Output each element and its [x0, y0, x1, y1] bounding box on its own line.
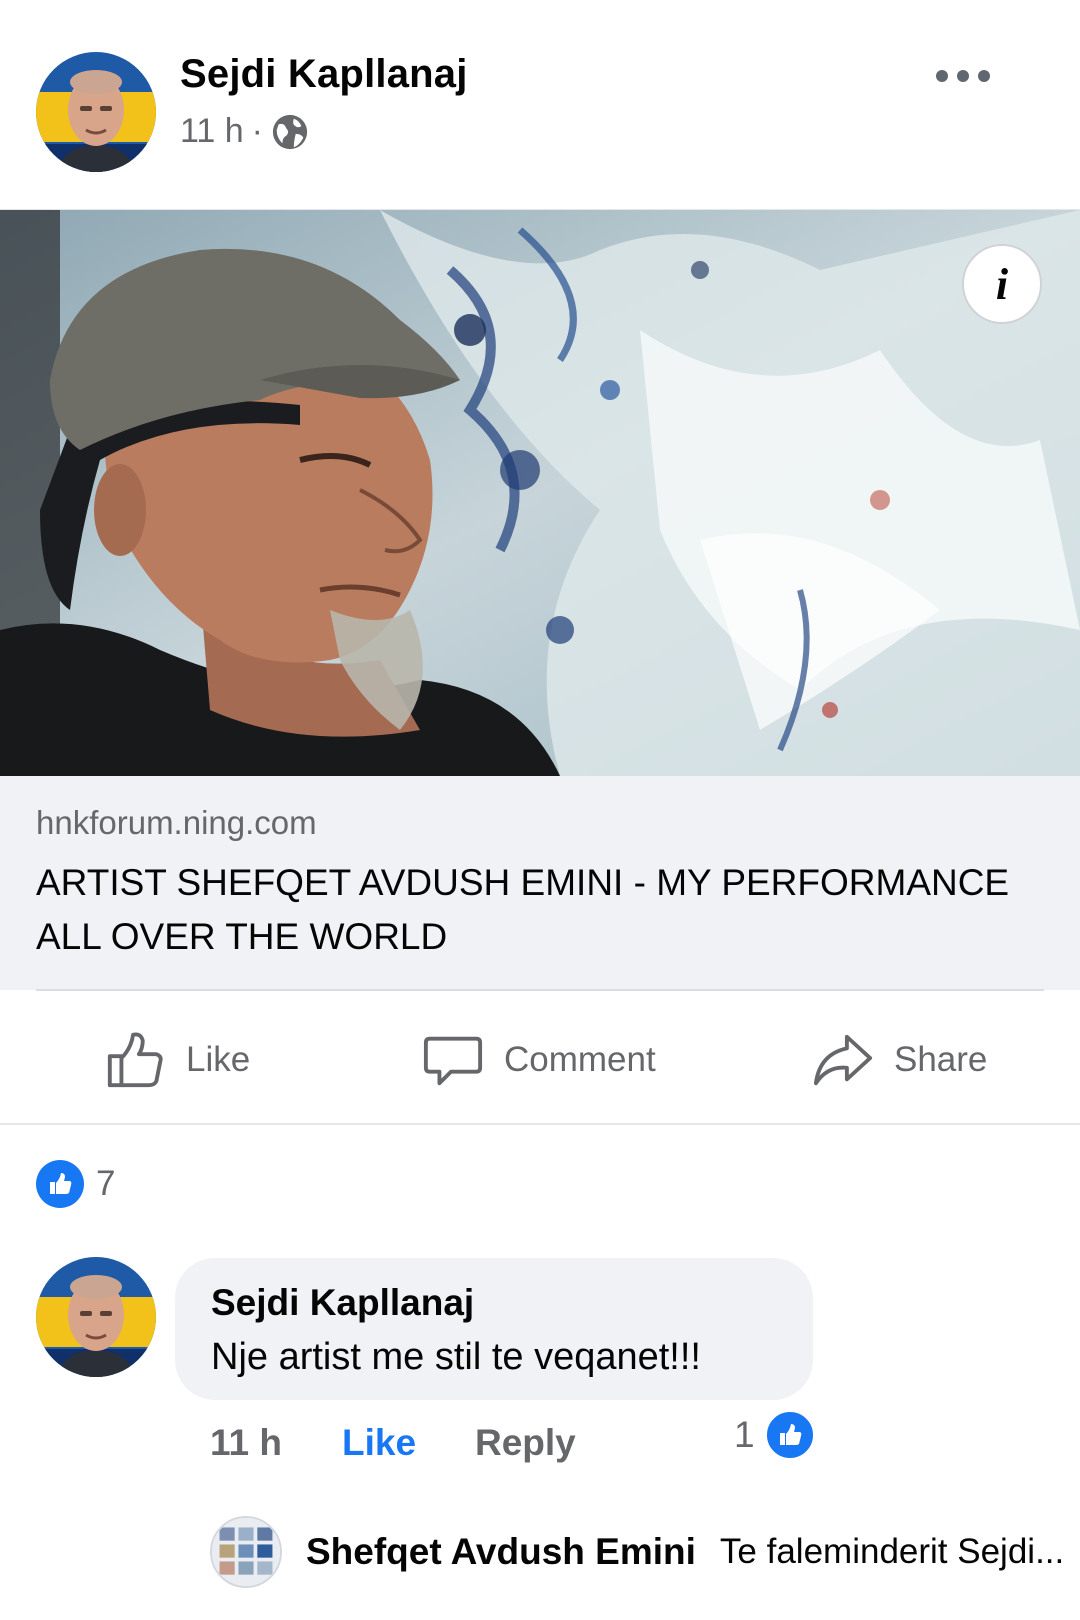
like-label: Like	[186, 1040, 251, 1079]
comment-button[interactable]: Comment	[422, 1010, 656, 1110]
meta-separator: ·	[251, 112, 263, 150]
post-meta: 11 h ·	[180, 112, 309, 151]
reply-avatar-image	[212, 1518, 280, 1586]
post-action-bar: Like Comment Share	[0, 1010, 1080, 1110]
comment-reaction-summary[interactable]: 1	[734, 1410, 815, 1460]
reply-author[interactable]: Shefqet Avdush Emini	[306, 1531, 696, 1573]
thumbs-up-icon	[107, 1032, 163, 1088]
comment-label: Comment	[504, 1040, 656, 1079]
more-horizontal-icon	[936, 70, 948, 82]
post-header: Sejdi Kapllanaj 11 h ·	[0, 0, 1080, 210]
info-button[interactable]: i	[962, 244, 1042, 324]
link-title: ARTIST SHEFQET AVDUSH EMINI - MY PERFORM…	[36, 862, 1010, 957]
link-preview-card[interactable]: hnkforum.ning.com ARTIST SHEFQET AVDUSH …	[0, 776, 1080, 990]
link-preview-image[interactable]	[0, 210, 1080, 776]
author-name[interactable]: Sejdi Kapllanaj	[180, 52, 468, 97]
more-horizontal-icon	[978, 70, 990, 82]
comment-author[interactable]: Sejdi Kapllanaj	[211, 1282, 474, 1324]
share-label: Share	[894, 1040, 988, 1079]
more-horizontal-icon	[957, 70, 969, 82]
commenter-avatar-image	[36, 1257, 156, 1377]
comment-bubble-icon	[423, 1036, 483, 1086]
commenter-avatar[interactable]	[36, 1257, 156, 1377]
reaction-summary[interactable]: 7	[36, 1160, 115, 1208]
comment-reaction-count: 1	[734, 1414, 755, 1455]
reply-author-avatar[interactable]	[210, 1516, 282, 1588]
divider	[36, 989, 1044, 991]
share-arrow-icon	[813, 1034, 873, 1086]
comment-time: 11 h	[210, 1422, 282, 1463]
globe-icon	[272, 114, 308, 149]
reply-text: Te faleminderit Sejdi...	[719, 1532, 1065, 1571]
comment-like-button[interactable]: Like	[342, 1422, 416, 1464]
artist-portrait-painting	[0, 210, 1080, 776]
post-time[interactable]: 11 h	[180, 112, 244, 151]
comment-reply-button[interactable]: Reply	[475, 1422, 576, 1464]
author-avatar-image	[36, 52, 156, 172]
like-reaction-icon	[36, 1160, 84, 1208]
comment-bubble[interactable]: Sejdi Kapllanaj Nje artist me stil te ve…	[175, 1258, 813, 1400]
like-button[interactable]: Like	[104, 1010, 250, 1110]
comment-text: Nje artist me stil te veqanet!!!	[211, 1336, 701, 1378]
reply-preview[interactable]: Shefqet Avdush Emini Te faleminderit Sej…	[210, 1512, 1070, 1592]
author-avatar[interactable]	[36, 52, 156, 172]
link-domain: hnkforum.ning.com	[36, 804, 317, 841]
share-button[interactable]: Share	[812, 1010, 987, 1110]
more-options-button[interactable]	[936, 62, 990, 90]
reaction-count: 7	[96, 1164, 116, 1203]
like-reaction-icon	[764, 1410, 815, 1460]
divider	[0, 1123, 1080, 1125]
